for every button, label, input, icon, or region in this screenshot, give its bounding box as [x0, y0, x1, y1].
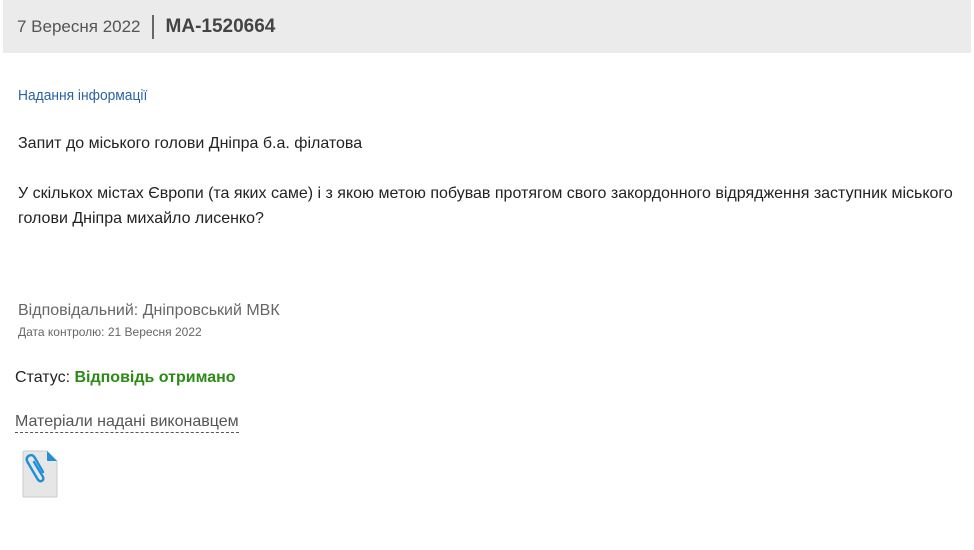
- request-body: У скількох містах Європи (та яких саме) …: [18, 185, 953, 227]
- materials-link[interactable]: Матеріали надані виконавцем: [15, 413, 239, 433]
- responsible-party: Відповідальний: Дніпровський МВК: [18, 302, 280, 319]
- paperclip-file-icon: [22, 450, 58, 498]
- request-date: 7 Вересня 2022: [17, 16, 141, 36]
- attachment-file[interactable]: [22, 450, 58, 498]
- request-title: Запит до міського голови Дніпра б.а. філ…: [18, 135, 363, 152]
- request-id: MA-1520664: [165, 15, 276, 37]
- request-category: Надання інформації: [18, 87, 148, 104]
- status-badge: Відповідь отримано: [74, 369, 236, 386]
- header-separator: [151, 14, 154, 39]
- control-date: Дата контролю: 21 Вересня 2022: [18, 325, 202, 339]
- status-line: Статус: Відповідь отримано: [15, 369, 236, 387]
- status-label: Статус:: [15, 369, 71, 386]
- request-header: 7 Вересня 2022 MA-1520664: [3, 0, 971, 53]
